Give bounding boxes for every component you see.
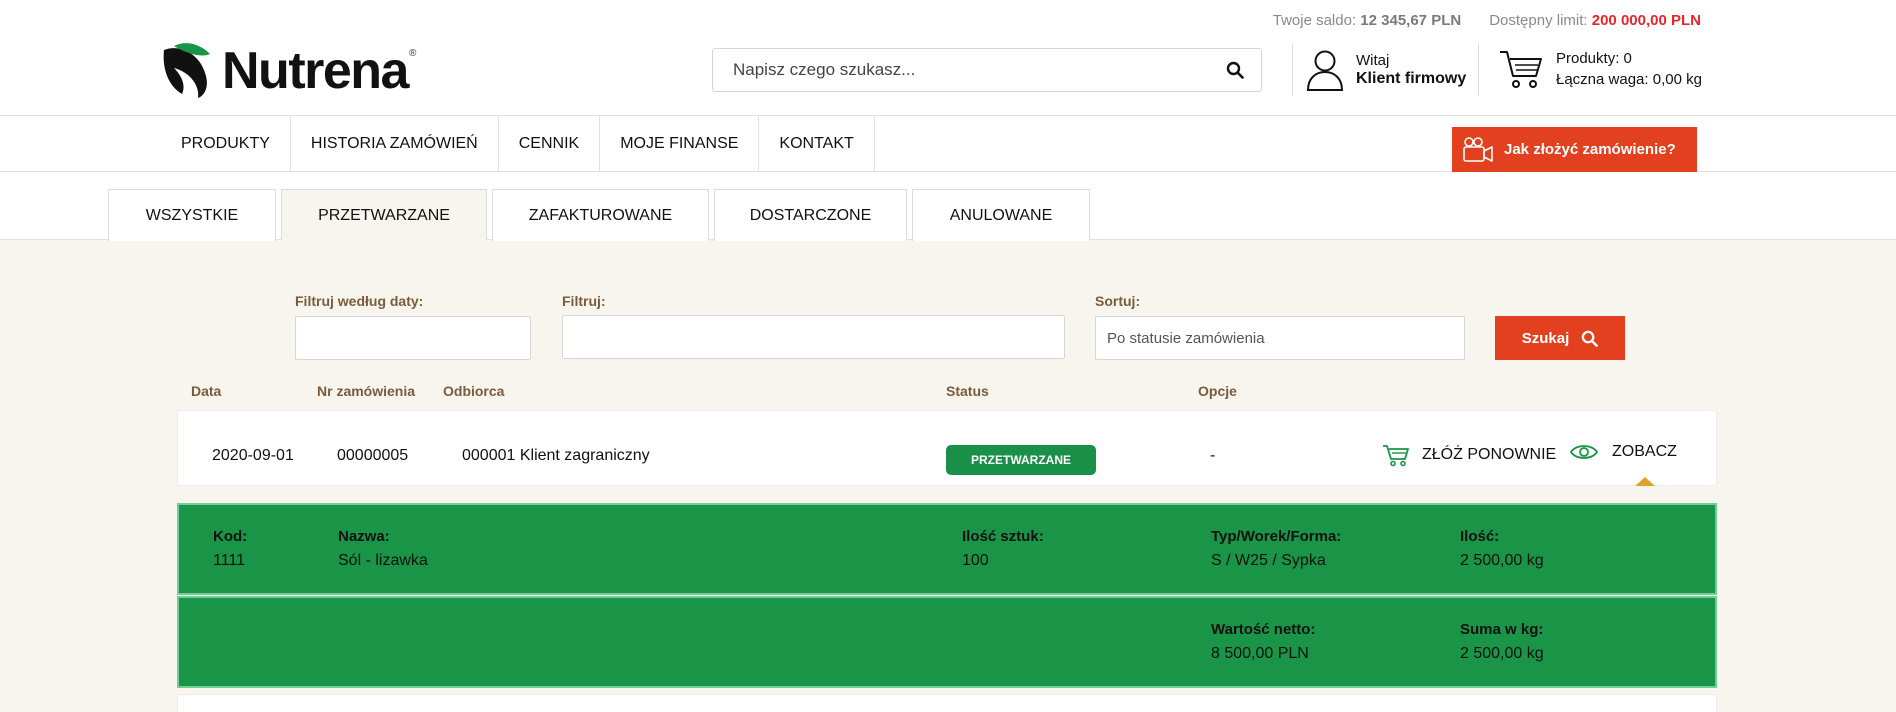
cart-products: Produkty: 0 [1556, 50, 1632, 67]
limit-info: Dostępny limit: 200 000,00 PLN [1489, 12, 1701, 29]
filter-input[interactable] [562, 315, 1065, 359]
reorder-button[interactable]: ZŁÓŻ PONOWNIE [1382, 443, 1556, 467]
column-header-options: Opcje [1198, 383, 1237, 399]
view-order-button[interactable]: ZOBACZ [1570, 443, 1677, 461]
nav-item-historia-zamowien[interactable]: HISTORIA ZAMÓWIEŃ [291, 116, 499, 171]
cart-link[interactable]: Produkty: 0 Łączna waga: 0,00 kg [1498, 48, 1702, 90]
search-box [712, 48, 1262, 92]
site-header: Twoje saldo: 12 345,67 PLN Dostępny limi… [0, 0, 1896, 116]
how-to-order-label: Jak złożyć zamówienie? [1504, 141, 1676, 158]
detail-qty-label: Ilość sztuk: [962, 528, 1044, 545]
cart-summary: Produkty: 0 Łączna waga: 0,00 kg [1556, 48, 1702, 90]
balance-value: 12 345,67 PLN [1360, 12, 1462, 29]
date-filter-label: Filtruj według daty: [295, 293, 424, 309]
detail-sum-label: Suma w kg: [1460, 621, 1544, 638]
detail-type-label: Typ/Worek/Forma: [1211, 528, 1342, 545]
balance-info: Twoje saldo: 12 345,67 PLN [1273, 12, 1461, 29]
account-text: Witaj Klient firmowy [1356, 52, 1466, 88]
sort-select[interactable] [1095, 316, 1465, 360]
balance-label: Twoje saldo: [1272, 12, 1357, 29]
user-icon [1306, 50, 1344, 91]
nav-item-moje-finanse[interactable]: MOJE FINANSE [600, 116, 760, 171]
search-orders-label: Szukaj [1521, 329, 1570, 347]
search-orders-button[interactable]: Szukaj [1495, 316, 1625, 360]
status-badge: PRZETWARZANE [946, 445, 1096, 475]
account-greeting: Witaj [1356, 52, 1390, 69]
cart-weight: Łączna waga: 0,00 kg [1556, 71, 1702, 88]
order-date: 2020-09-01 [212, 447, 294, 464]
date-filter-input[interactable] [295, 316, 531, 360]
account-balance-bar: Twoje saldo: 12 345,67 PLN Dostępny limi… [1273, 12, 1701, 29]
detail-type: S / W25 / Sypka [1211, 552, 1326, 569]
table-row [177, 694, 1717, 712]
search-input[interactable] [713, 49, 1209, 91]
column-header-date: Data [191, 383, 222, 399]
order-detail-item [177, 503, 1717, 595]
column-header-order-no: Nr zamówienia [317, 383, 416, 399]
detail-amount-label: Ilość: [1460, 528, 1500, 545]
eye-icon [1570, 445, 1598, 459]
order-options: - [1210, 447, 1216, 464]
limit-value: 200 000,00 PLN [1591, 12, 1701, 29]
logo-registered-mark: ® [408, 48, 417, 59]
expanded-indicator [1635, 477, 1655, 486]
account-link[interactable]: Witaj Klient firmowy [1306, 48, 1466, 92]
column-header-recipient: Odbiorca [443, 383, 505, 399]
cart-icon [1500, 51, 1542, 88]
search-icon [1582, 330, 1599, 347]
logo[interactable]: Nutrena ® [160, 42, 416, 100]
detail-net-label: Wartość netto: [1211, 621, 1316, 638]
detail-amount: 2 500,00 kg [1460, 552, 1544, 569]
tab-anulowane[interactable]: ANULOWANE [912, 189, 1090, 241]
detail-code-label: Kod: [213, 528, 248, 545]
filter-label: Filtruj: [562, 293, 606, 309]
order-detail-summary [177, 596, 1717, 688]
how-to-order-button[interactable]: Jak złożyć zamówienie? [1452, 127, 1697, 172]
order-number: 00000005 [337, 447, 409, 464]
tab-wszystkie[interactable]: WSZYSTKIE [108, 189, 276, 241]
limit-label: Dostępny limit: [1489, 12, 1588, 29]
header-divider [1478, 44, 1479, 96]
order-recipient: 000001 Klient zagraniczny [462, 447, 650, 464]
sort-label: Sortuj: [1095, 293, 1141, 309]
detail-code: 1111 [213, 552, 246, 569]
logo-leaf-icon [163, 43, 210, 98]
header-divider [1292, 44, 1293, 96]
logo-text: Nutrena [222, 42, 409, 100]
nav-item-kontakt[interactable]: KONTAKT [759, 116, 875, 171]
column-header-status: Status [946, 383, 989, 399]
detail-qty: 100 [962, 552, 989, 569]
nav-items: PRODUKTY HISTORIA ZAMÓWIEŃ CENNIK MOJE F… [161, 116, 875, 171]
account-name: Klient firmowy [1356, 70, 1467, 87]
tab-dostarczone[interactable]: DOSTARCZONE [714, 189, 907, 241]
detail-net: 8 500,00 PLN [1211, 645, 1309, 662]
tab-przetwarzane[interactable]: PRZETWARZANE [281, 189, 487, 241]
view-order-label: ZOBACZ [1612, 443, 1677, 460]
nav-item-cennik[interactable]: CENNIK [499, 116, 601, 171]
cart-reorder-icon [1383, 445, 1409, 467]
search-icon [1226, 61, 1244, 79]
video-camera-icon [1463, 136, 1493, 162]
nav-item-produkty[interactable]: PRODUKTY [161, 116, 291, 171]
detail-name: Sól - lizawka [338, 552, 428, 569]
search-button[interactable] [1209, 49, 1261, 91]
reorder-label: ZŁÓŻ PONOWNIE [1422, 446, 1557, 463]
detail-name-label: Nazwa: [338, 528, 390, 545]
tab-zafakturowane[interactable]: ZAFAKTUROWANE [492, 189, 709, 241]
status-tabs: WSZYSTKIE PRZETWARZANE ZAFAKTUROWANE DOS… [108, 189, 1090, 241]
detail-sum: 2 500,00 kg [1460, 645, 1544, 662]
